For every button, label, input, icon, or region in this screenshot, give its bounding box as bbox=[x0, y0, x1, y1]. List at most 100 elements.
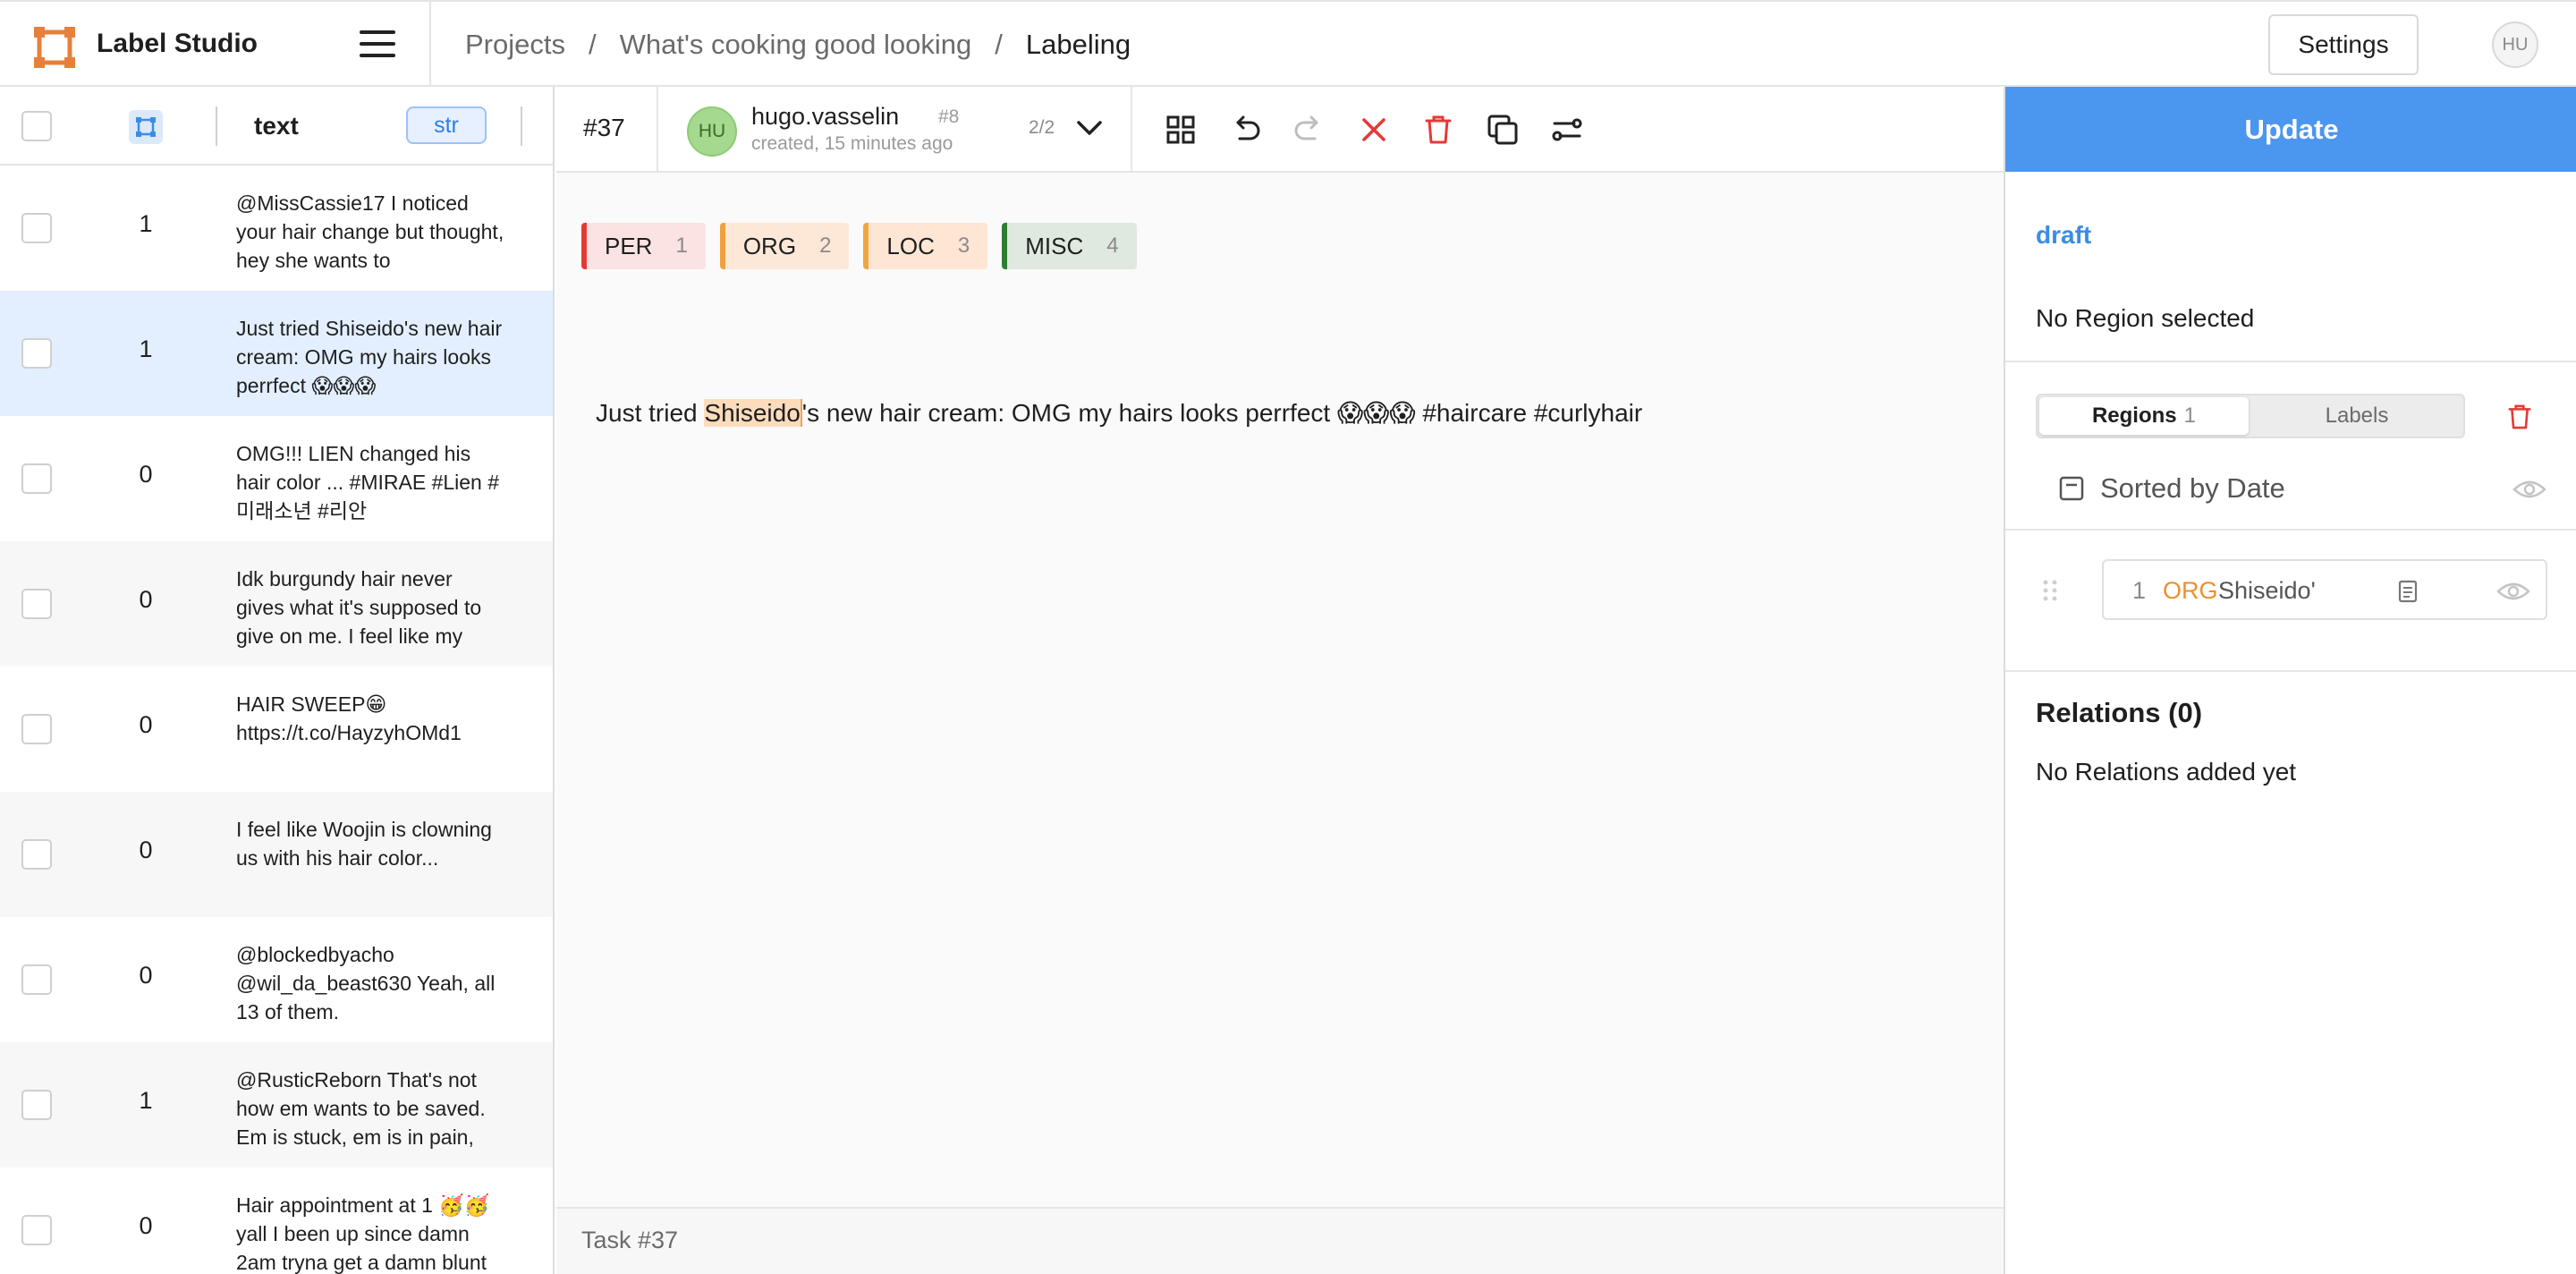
column-divider[interactable] bbox=[216, 106, 217, 146]
drag-handle-icon[interactable] bbox=[2039, 577, 2061, 604]
toolbar-divider bbox=[1131, 87, 1132, 173]
row-text: I feel like Woojin is clowning us with h… bbox=[236, 818, 492, 870]
trash-icon[interactable] bbox=[1419, 110, 1458, 149]
row-text: Just tried Shiseido's new hair cream: OM… bbox=[236, 317, 503, 397]
column-type-badge: str bbox=[406, 106, 487, 144]
label-chip[interactable]: PER 1 bbox=[581, 223, 706, 269]
label-name: LOC bbox=[886, 232, 935, 259]
table-row[interactable]: 0 I feel like Woojin is clowning us with … bbox=[0, 792, 553, 917]
table-header: text str bbox=[0, 87, 553, 166]
breadcrumb-separator: / bbox=[995, 29, 1003, 60]
redo-icon[interactable] bbox=[1290, 110, 1329, 149]
no-relations-message: No Relations added yet bbox=[2036, 758, 2297, 786]
task-footer: Task #37 bbox=[556, 1207, 2004, 1274]
label-name: PER bbox=[605, 232, 653, 259]
select-all-checkbox[interactable] bbox=[21, 111, 52, 141]
row-value: 0 bbox=[139, 1212, 153, 1239]
table-row[interactable]: 0 OMG!!! LIEN changed his hair color ... … bbox=[0, 416, 553, 541]
table-row[interactable]: 0 Idk burgundy hair never gives what it's… bbox=[0, 541, 553, 667]
sort-label[interactable]: Sorted by Date bbox=[2100, 472, 2285, 505]
highlighted-region[interactable]: Shiseido bbox=[704, 399, 802, 427]
annotation-id: #8 bbox=[938, 106, 960, 127]
label-chip[interactable]: LOC 3 bbox=[863, 223, 988, 269]
toolbar-divider bbox=[657, 87, 658, 173]
row-checkbox[interactable] bbox=[21, 1090, 52, 1120]
panel-divider bbox=[2005, 670, 2576, 672]
row-value: 0 bbox=[139, 711, 153, 738]
region-visibility-eye-icon[interactable] bbox=[2496, 579, 2531, 604]
close-icon[interactable] bbox=[1354, 110, 1394, 149]
table-row[interactable]: 0 @blockedbyacho @wil_da_beast630 Yeah, a… bbox=[0, 917, 553, 1042]
row-checkbox[interactable] bbox=[21, 714, 52, 744]
task-table: text str 1 @MissCassie17 I noticed your h… bbox=[0, 87, 555, 1274]
draft-link[interactable]: draft bbox=[2036, 221, 2091, 250]
label-studio-logo-icon[interactable] bbox=[34, 27, 75, 68]
hamburger-menu-icon[interactable] bbox=[360, 30, 395, 61]
eye-icon[interactable] bbox=[2512, 477, 2547, 502]
breadcrumb-project[interactable]: What's cooking good looking bbox=[620, 29, 972, 61]
sort-icon[interactable] bbox=[2057, 474, 2086, 503]
no-region-message: No Region selected bbox=[2036, 304, 2255, 332]
row-checkbox[interactable] bbox=[21, 463, 52, 494]
row-text: Hair appointment at 1 🥳🥳 yall I been up … bbox=[236, 1193, 490, 1274]
region-index: 1 bbox=[2132, 577, 2147, 604]
annotator-name: hugo.vasselin bbox=[751, 103, 900, 130]
region-text: Shiseido' bbox=[2218, 577, 2316, 604]
label-name: ORG bbox=[742, 232, 797, 259]
row-text: @blockedbyacho @wil_da_beast630 Yeah, al… bbox=[236, 943, 496, 1023]
task-id: #37 bbox=[583, 114, 625, 141]
breadcrumb-projects[interactable]: Projects bbox=[465, 29, 565, 61]
task-text[interactable]: Just tried Shiseido's new hair cream: OM… bbox=[596, 398, 1642, 428]
label-chip[interactable]: ORG 2 bbox=[719, 223, 850, 269]
table-row[interactable]: 1 @RusticReborn That's not how em wants t… bbox=[0, 1042, 553, 1168]
row-value: 1 bbox=[139, 1087, 153, 1114]
relations-title: Relations (0) bbox=[2036, 697, 2203, 728]
table-row[interactable]: 1 @MissCassie17 I noticed your hair chang… bbox=[0, 166, 553, 291]
tab-labels[interactable]: Labels bbox=[2252, 397, 2462, 435]
row-text: @MissCassie17 I noticed your hair change… bbox=[236, 191, 504, 272]
label-chip[interactable]: MISC 4 bbox=[1002, 223, 1137, 269]
row-checkbox[interactable] bbox=[21, 213, 52, 243]
row-checkbox[interactable] bbox=[21, 338, 52, 369]
row-checkbox[interactable] bbox=[21, 589, 52, 619]
panel-divider bbox=[2005, 361, 2576, 362]
breadcrumb-separator: / bbox=[588, 29, 597, 60]
region-label: ORG bbox=[2163, 577, 2218, 604]
id-column-icon[interactable] bbox=[129, 110, 163, 144]
note-icon[interactable] bbox=[2395, 579, 2420, 604]
row-text: HAIR SWEEP😁 https://t.co/HayzyhOMd1 bbox=[236, 692, 462, 744]
row-text: @RusticReborn That's not how em wants to… bbox=[236, 1068, 486, 1149]
delete-all-regions-icon[interactable] bbox=[2503, 400, 2537, 434]
app-name[interactable]: Label Studio bbox=[97, 29, 258, 59]
regions-labels-switch: Regions 1 Labels bbox=[2036, 394, 2465, 438]
compare-icon[interactable] bbox=[1547, 110, 1587, 149]
column-header-text[interactable]: text bbox=[254, 112, 299, 140]
row-value: 0 bbox=[139, 837, 153, 863]
table-row[interactable]: 0 Hair appointment at 1 🥳🥳 yall I been up… bbox=[0, 1168, 553, 1274]
text-segment: 's new hair cream: OMG my hairs looks pe… bbox=[801, 399, 1643, 427]
grid-view-icon[interactable] bbox=[1161, 110, 1200, 149]
chevron-down-icon[interactable] bbox=[1073, 112, 1106, 144]
duplicate-icon[interactable] bbox=[1483, 110, 1522, 149]
tab-regions-label: Regions bbox=[2091, 403, 2177, 428]
column-divider[interactable] bbox=[521, 106, 522, 146]
table-row[interactable]: 0 HAIR SWEEP😁 https://t.co/HayzyhOMd1 bbox=[0, 667, 553, 792]
row-checkbox[interactable] bbox=[21, 839, 52, 870]
row-text: OMG!!! LIEN changed his hair color ... #… bbox=[236, 442, 500, 522]
panel-divider bbox=[2005, 529, 2576, 531]
row-value: 0 bbox=[139, 461, 153, 488]
undo-icon[interactable] bbox=[1225, 110, 1265, 149]
label-hotkey: 1 bbox=[675, 234, 688, 258]
row-checkbox[interactable] bbox=[21, 1215, 52, 1245]
row-checkbox[interactable] bbox=[21, 964, 52, 995]
user-avatar[interactable]: HU bbox=[2492, 21, 2538, 68]
settings-button[interactable]: Settings bbox=[2268, 14, 2419, 75]
row-value: 0 bbox=[139, 962, 153, 989]
tab-regions[interactable]: Regions 1 bbox=[2039, 397, 2249, 435]
annotation-toolbar: #37 HU hugo.vasselin #8 created, 15 minu… bbox=[556, 87, 2004, 173]
region-item[interactable]: 1 ORG Shiseido' bbox=[2102, 559, 2547, 620]
table-row[interactable]: 1 Just tried Shiseido's new hair cream: O… bbox=[0, 291, 553, 416]
label-hotkey: 4 bbox=[1106, 234, 1119, 258]
labeling-area: #37 HU hugo.vasselin #8 created, 15 minu… bbox=[556, 87, 2004, 1274]
update-button[interactable]: Update bbox=[2005, 87, 2576, 172]
